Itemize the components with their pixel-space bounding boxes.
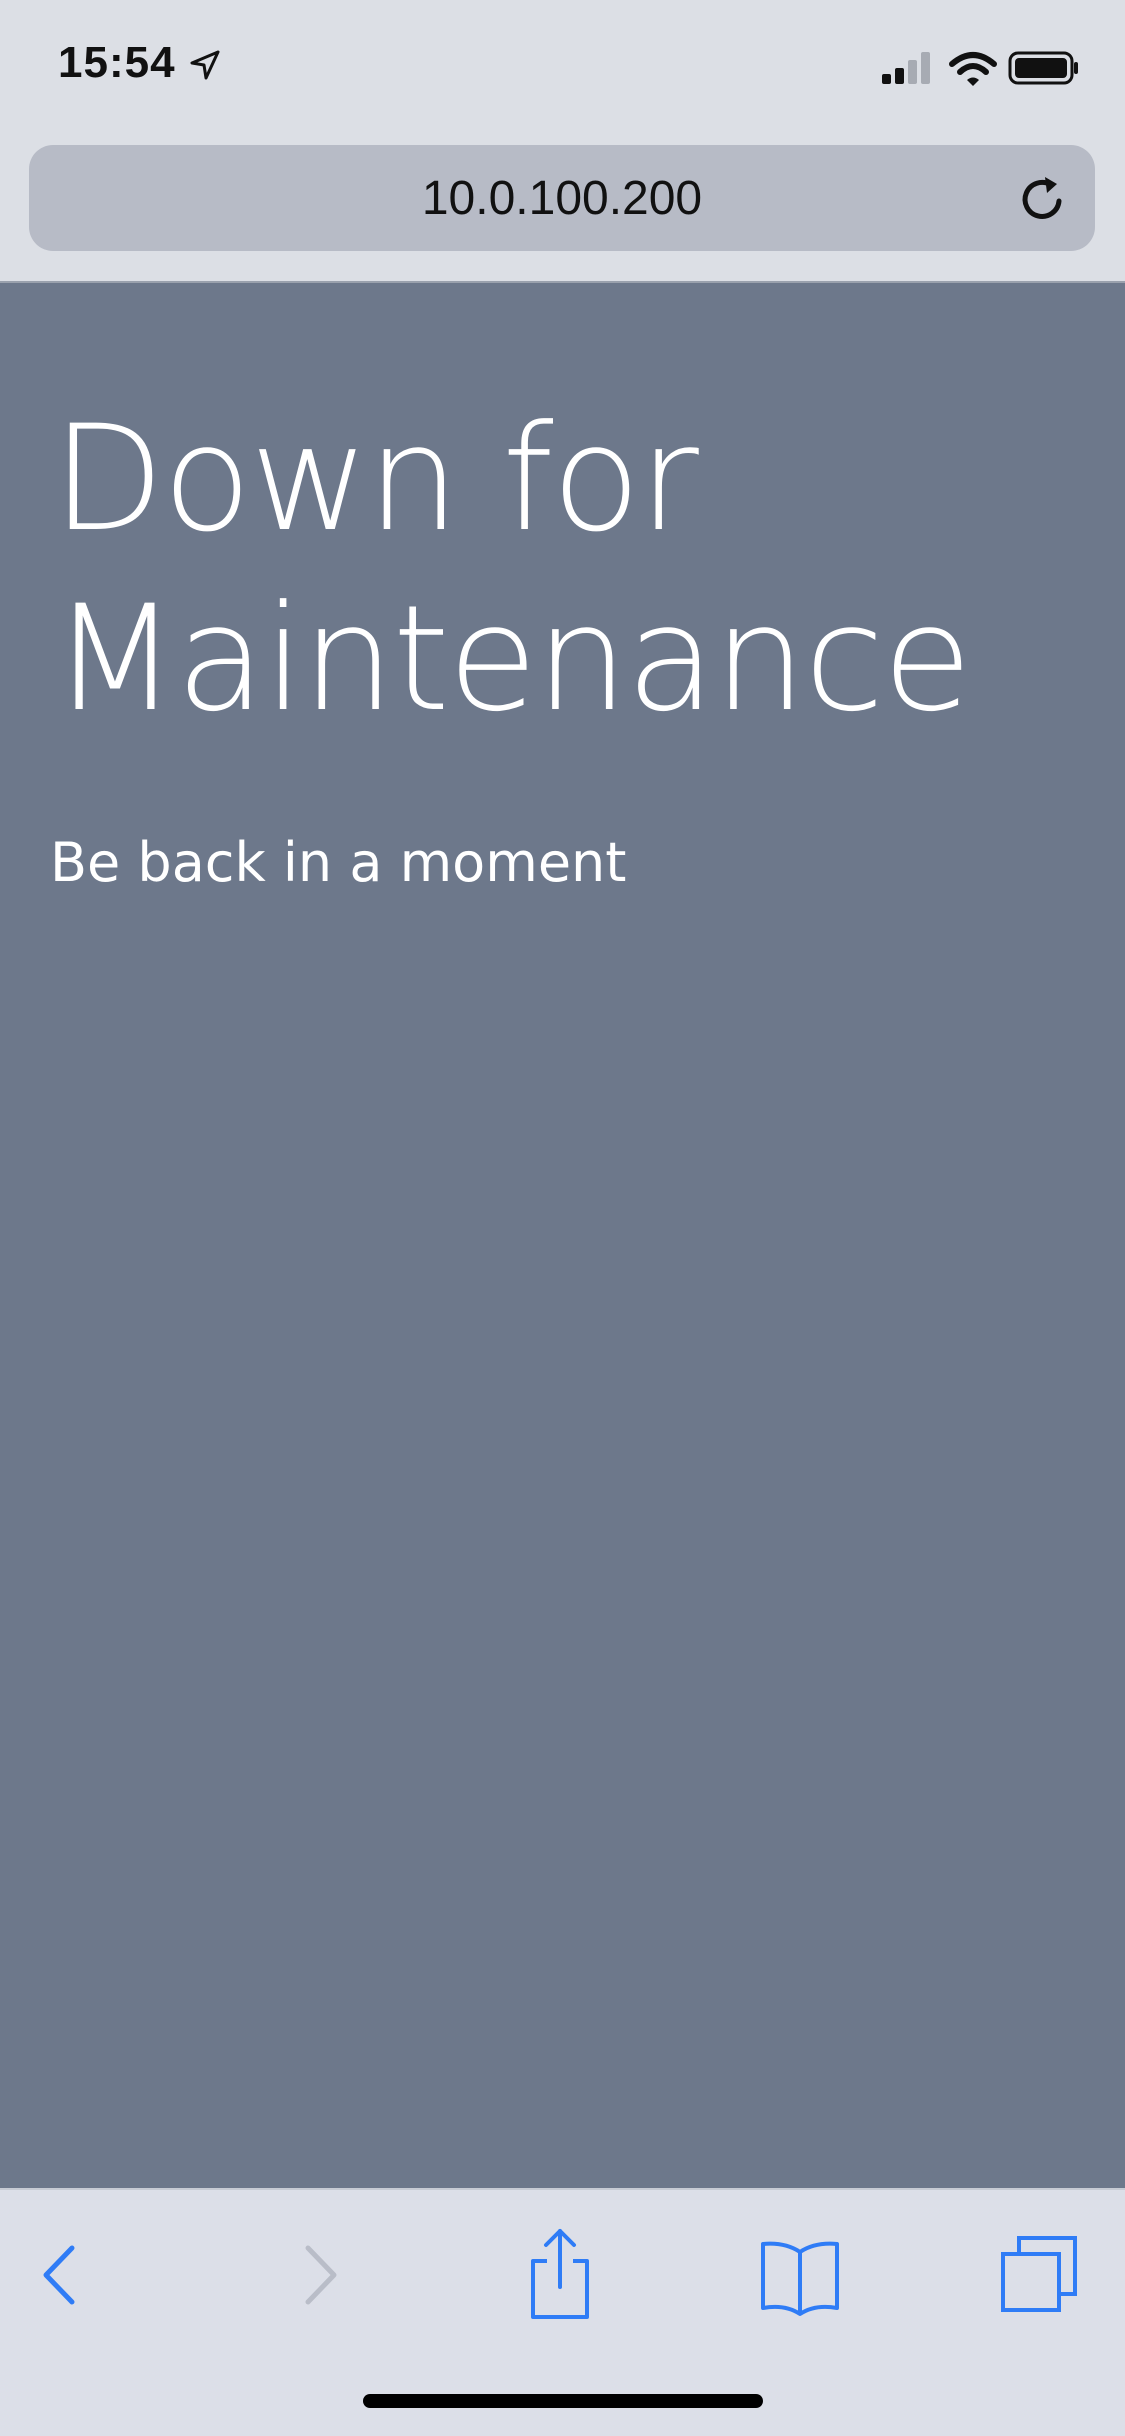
signal-icon <box>882 52 930 84</box>
home-indicator[interactable] <box>363 2394 763 2408</box>
url-text[interactable]: 10.0.100.200 <box>29 171 1095 226</box>
browser-toolbar <box>0 2188 1125 2436</box>
share-icon <box>531 2229 589 2319</box>
forward-icon <box>305 2245 337 2305</box>
back-button[interactable] <box>20 2230 110 2320</box>
status-time: 15:54 <box>58 38 176 87</box>
bookmarks-button[interactable] <box>755 2230 845 2320</box>
share-button[interactable] <box>515 2229 605 2320</box>
back-icon <box>43 2245 75 2305</box>
status-bar: 15:54 <box>0 0 1125 140</box>
page-content: Down for Maintenance Be back in a moment <box>0 281 1125 2188</box>
reload-icon[interactable] <box>1015 171 1071 227</box>
bookmarks-icon <box>761 2241 839 2316</box>
page-subtext: Be back in a moment <box>50 831 627 894</box>
battery-icon <box>1008 51 1078 85</box>
page-heading: Down for Maintenance <box>52 394 972 744</box>
wifi-icon <box>949 52 997 86</box>
tabs-icon <box>1001 2236 1077 2312</box>
tabs-button[interactable] <box>995 2230 1085 2320</box>
safari-screen: 15:54 10.0.100.200 Down for Maintenance … <box>0 0 1125 2436</box>
location-arrow-icon <box>190 50 220 80</box>
address-bar[interactable]: 10.0.100.200 <box>29 145 1095 251</box>
forward-button[interactable] <box>270 2230 360 2320</box>
